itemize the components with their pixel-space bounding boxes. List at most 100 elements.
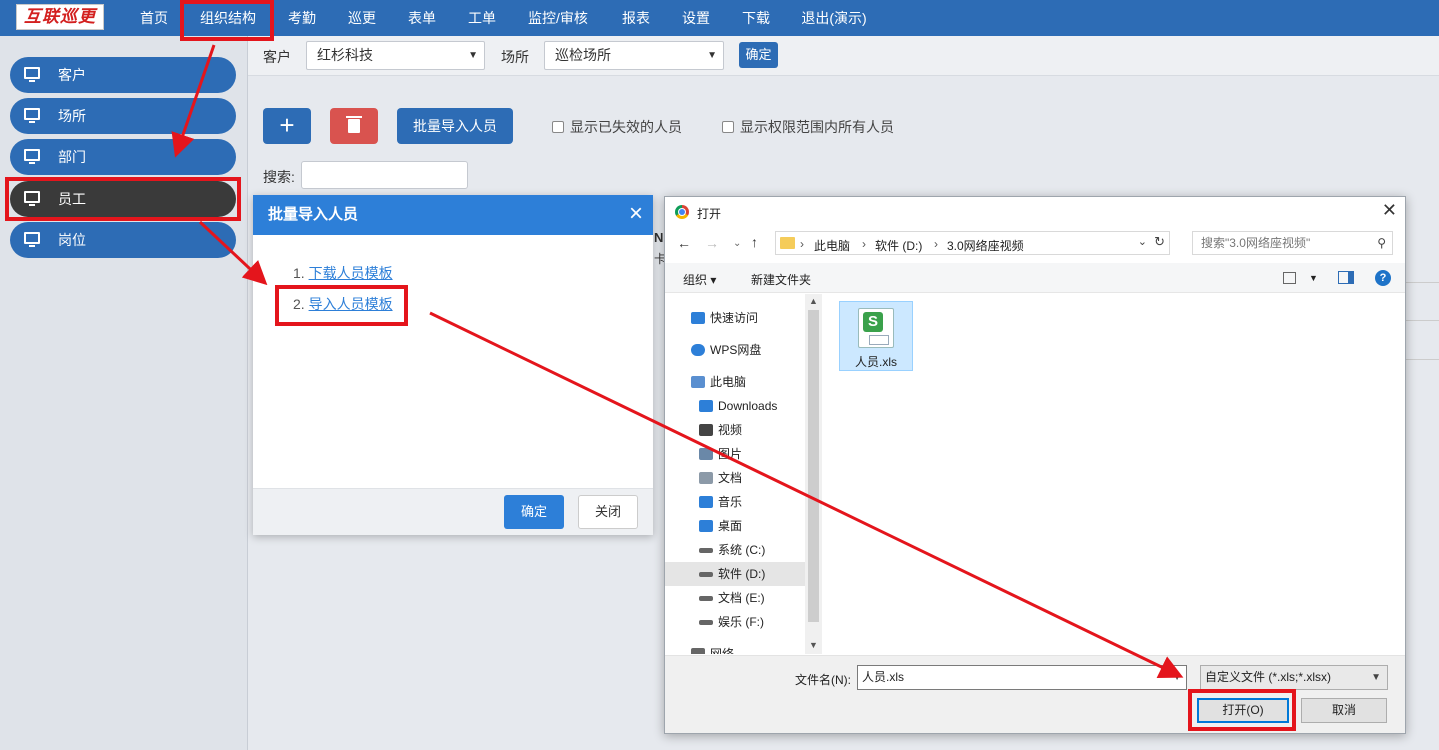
tree-item-label: 网络 bbox=[710, 647, 735, 654]
nav-work-orders[interactable]: 工单 bbox=[456, 0, 508, 36]
table-header-peek: N bbox=[654, 230, 664, 245]
batch-import-button[interactable]: 批量导入人员 bbox=[397, 108, 513, 144]
chevron-down-icon[interactable]: ▼ bbox=[1172, 666, 1182, 689]
breadcrumb-drive-d[interactable]: 软件 (D:) bbox=[875, 237, 922, 254]
tree-item-videos[interactable]: 视频 bbox=[665, 418, 805, 442]
tree-item-drive-e[interactable]: 文档 (E:) bbox=[665, 586, 805, 610]
table-divider bbox=[1406, 282, 1439, 283]
nav-home[interactable]: 首页 bbox=[126, 0, 182, 36]
up-arrow-icon[interactable]: ↑ bbox=[751, 234, 758, 250]
tree-item-network[interactable]: 网络 bbox=[665, 642, 805, 654]
drive-icon bbox=[699, 596, 713, 601]
filetype-select[interactable]: 自定义文件 (*.xls;*.xlsx) ▼ bbox=[1200, 665, 1388, 690]
new-folder-button[interactable]: 新建文件夹 bbox=[751, 271, 811, 288]
dialog-titlebar: 打开 ✕ bbox=[665, 197, 1405, 227]
close-icon[interactable]: ✕ bbox=[1382, 200, 1397, 221]
drive-icon bbox=[699, 548, 713, 553]
tree-item-label: 文档 (E:) bbox=[718, 591, 765, 605]
cancel-button[interactable]: 取消 bbox=[1301, 698, 1387, 723]
organize-button[interactable]: 组织 ▾ bbox=[683, 271, 716, 288]
tree-item-downloads[interactable]: Downloads bbox=[665, 394, 805, 418]
show-all-in-scope-checkbox[interactable]: 显示权限范围内所有人员 bbox=[722, 117, 894, 137]
preview-pane-icon[interactable] bbox=[1338, 271, 1354, 284]
nav-forms[interactable]: 表单 bbox=[396, 0, 448, 36]
help-icon[interactable]: ? bbox=[1375, 270, 1391, 286]
scroll-down-icon[interactable]: ▼ bbox=[809, 640, 818, 650]
tree-item-this-pc[interactable]: 此电脑 bbox=[665, 370, 805, 394]
tree-item-wps-cloud[interactable]: WPS网盘 bbox=[665, 338, 805, 362]
search-input[interactable] bbox=[301, 161, 468, 189]
chrome-icon bbox=[675, 205, 689, 219]
app-logo[interactable]: 互联巡更 bbox=[16, 4, 104, 30]
delete-button[interactable] bbox=[330, 108, 378, 144]
breadcrumb-separator: › bbox=[934, 237, 938, 251]
sidebar-item-label: 部门 bbox=[58, 149, 86, 165]
tree-item-music[interactable]: 音乐 bbox=[665, 490, 805, 514]
modal-confirm-button[interactable]: 确定 bbox=[504, 495, 564, 529]
customer-select-value: 红杉科技 bbox=[317, 47, 373, 63]
chevron-down-icon[interactable]: ▼ bbox=[1309, 273, 1318, 283]
scrollbar-thumb[interactable] bbox=[808, 310, 819, 622]
computer-icon bbox=[691, 376, 705, 388]
site-select[interactable]: 巡检场所 ▼ bbox=[544, 41, 724, 70]
chevron-down-icon[interactable]: ⌄ bbox=[1138, 235, 1147, 248]
desktop-icon bbox=[699, 520, 713, 532]
back-arrow-icon[interactable]: ← bbox=[677, 235, 691, 251]
search-placeholder: 搜索"3.0网络座视频" bbox=[1201, 236, 1311, 250]
forward-arrow-icon[interactable]: → bbox=[705, 235, 719, 251]
drive-icon bbox=[699, 572, 713, 577]
tree-item-quick-access[interactable]: 快速访问 bbox=[665, 306, 805, 330]
nav-monitor-review[interactable]: 监控/审核 bbox=[516, 0, 600, 36]
sidebar-item-label: 场所 bbox=[58, 108, 86, 124]
sidebar-item-sites[interactable]: 场所 bbox=[10, 98, 236, 134]
recent-chevron-icon[interactable]: ⌄ bbox=[733, 238, 741, 249]
nav-reports[interactable]: 报表 bbox=[608, 0, 664, 36]
tree-item-desktop[interactable]: 桌面 bbox=[665, 514, 805, 538]
modal-close-button[interactable]: 关闭 bbox=[578, 495, 638, 529]
nav-logout[interactable]: 退出(演示) bbox=[790, 0, 878, 36]
show-all-label: 显示权限范围内所有人员 bbox=[740, 119, 894, 135]
filename-input[interactable]: 人员.xls ▼ bbox=[857, 665, 1187, 690]
nav-settings[interactable]: 设置 bbox=[668, 0, 724, 36]
filename-value: 人员.xls bbox=[862, 670, 905, 684]
network-icon bbox=[691, 648, 705, 654]
tree-item-pictures[interactable]: 图片 bbox=[665, 442, 805, 466]
file-item[interactable]: S 人员.xls bbox=[839, 301, 913, 371]
tree-item-label: 图片 bbox=[718, 447, 743, 461]
nav-download[interactable]: 下载 bbox=[728, 0, 784, 36]
folder-search-input[interactable]: 搜索"3.0网络座视频" ⚲ bbox=[1192, 231, 1393, 255]
scroll-up-icon[interactable]: ▲ bbox=[809, 296, 818, 306]
search-icon: ⚲ bbox=[1377, 236, 1386, 250]
show-invalid-checkbox[interactable]: 显示已失效的人员 bbox=[552, 117, 682, 137]
tree-item-drive-d[interactable]: 软件 (D:) bbox=[665, 562, 805, 586]
view-options-icon[interactable] bbox=[1283, 272, 1296, 284]
tree-scrollbar[interactable]: ▲ ▼ bbox=[805, 294, 822, 654]
nav-attendance[interactable]: 考勤 bbox=[276, 0, 328, 36]
nav-patrol[interactable]: 巡更 bbox=[336, 0, 388, 36]
picture-icon bbox=[699, 448, 713, 460]
tree-item-documents[interactable]: 文档 bbox=[665, 466, 805, 490]
tree-item-drive-f[interactable]: 娱乐 (F:) bbox=[665, 610, 805, 634]
sidebar-item-customers[interactable]: 客户 bbox=[10, 57, 236, 93]
filename-label: 文件名(N): bbox=[795, 673, 851, 687]
filter-confirm-button[interactable]: 确定 bbox=[739, 42, 778, 68]
breadcrumb-folder[interactable]: 3.0网络座视频 bbox=[947, 237, 1024, 254]
tree-item-label: WPS网盘 bbox=[710, 343, 762, 357]
dropdown-arrow-icon: ▼ bbox=[707, 50, 717, 61]
address-bar[interactable]: › 此电脑 › 软件 (D:) › 3.0网络座视频 ⌄ ↻ bbox=[775, 231, 1170, 255]
site-label: 场所 bbox=[501, 49, 529, 65]
breadcrumb-this-pc[interactable]: 此电脑 bbox=[814, 237, 850, 254]
sidebar-item-positions[interactable]: 岗位 bbox=[10, 222, 236, 258]
download-template-link[interactable]: 下载人员模板 bbox=[309, 265, 393, 281]
table-divider bbox=[1406, 320, 1439, 321]
add-button[interactable]: + bbox=[263, 108, 311, 144]
customer-select[interactable]: 红杉科技 ▼ bbox=[306, 41, 485, 70]
refresh-icon[interactable]: ↻ bbox=[1154, 234, 1165, 250]
tree-item-label: Downloads bbox=[718, 399, 778, 413]
plus-icon: + bbox=[279, 110, 295, 140]
annotation-box-employees bbox=[5, 177, 241, 221]
close-icon[interactable]: × bbox=[629, 195, 643, 233]
tree-item-drive-c[interactable]: 系统 (C:) bbox=[665, 538, 805, 562]
sidebar-item-departments[interactable]: 部门 bbox=[10, 139, 236, 175]
step-download-template: 1. 下载人员模板 bbox=[293, 263, 393, 283]
